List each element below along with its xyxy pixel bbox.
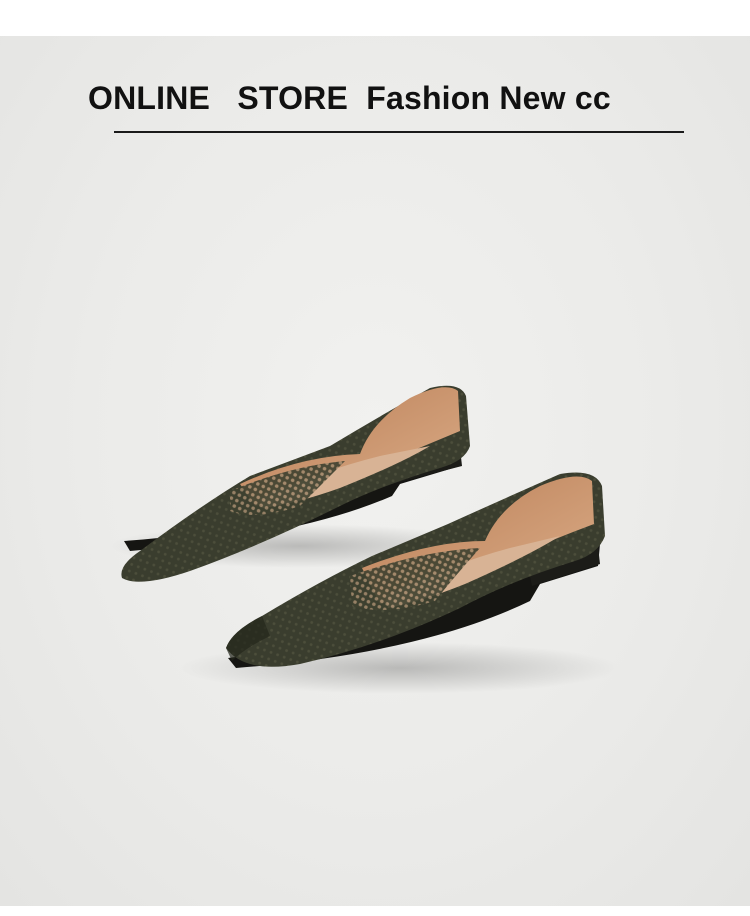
product-photo [110,385,620,694]
